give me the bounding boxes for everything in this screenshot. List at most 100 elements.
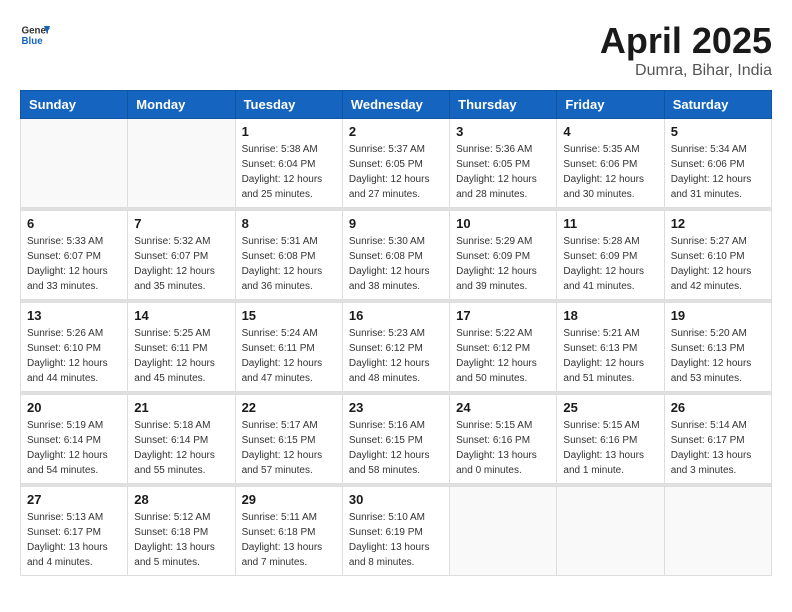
calendar-cell: 5Sunrise: 5:34 AMSunset: 6:06 PMDaylight… bbox=[664, 119, 771, 208]
calendar-cell: 28 Sunrise: 5:12 AMSunset: 6:18 PMDayligh… bbox=[128, 487, 235, 576]
logo-icon: General Blue bbox=[20, 20, 50, 50]
calendar-table: Sunday Monday Tuesday Wednesday Thursday… bbox=[20, 90, 772, 576]
col-monday: Monday bbox=[128, 91, 235, 119]
day-number: 6 bbox=[27, 216, 121, 231]
week-row-5: 27 Sunrise: 5:13 AMSunset: 6:17 PMDayligh… bbox=[21, 487, 772, 576]
day-info: Sunrise: 5:37 AMSunset: 6:05 PMDaylight:… bbox=[349, 142, 443, 202]
day-info: Sunrise: 5:16 AMSunset: 6:15 PMDaylight:… bbox=[349, 418, 443, 478]
day-number: 10 bbox=[456, 216, 550, 231]
calendar-cell bbox=[128, 119, 235, 208]
day-number: 5 bbox=[671, 124, 765, 139]
day-info: Sunrise: 5:14 AMSunset: 6:17 PMDaylight:… bbox=[671, 418, 765, 478]
calendar-cell: 19 Sunrise: 5:20 AMSunset: 6:13 PMDayligh… bbox=[664, 303, 771, 392]
day-info: Sunrise: 5:36 AMSunset: 6:05 PMDaylight:… bbox=[456, 142, 550, 202]
day-number: 18 bbox=[563, 308, 657, 323]
main-title: April 2025 bbox=[600, 20, 772, 62]
calendar-cell: 6 Sunrise: 5:33 AMSunset: 6:07 PMDaylight… bbox=[21, 211, 128, 300]
calendar-cell bbox=[664, 487, 771, 576]
day-number: 3 bbox=[456, 124, 550, 139]
day-info: Sunrise: 5:19 AMSunset: 6:14 PMDaylight:… bbox=[27, 418, 121, 478]
day-number: 8 bbox=[242, 216, 336, 231]
day-number: 9 bbox=[349, 216, 443, 231]
calendar-cell: 11 Sunrise: 5:28 AMSunset: 6:09 PMDayligh… bbox=[557, 211, 664, 300]
calendar-cell: 9 Sunrise: 5:30 AMSunset: 6:08 PMDaylight… bbox=[342, 211, 449, 300]
day-number: 1 bbox=[242, 124, 336, 139]
day-number: 26 bbox=[671, 400, 765, 415]
svg-text:Blue: Blue bbox=[22, 36, 44, 47]
header: General Blue April 2025 Dumra, Bihar, In… bbox=[20, 20, 772, 80]
logo: General Blue bbox=[20, 20, 50, 50]
day-number: 28 bbox=[134, 492, 228, 507]
day-number: 24 bbox=[456, 400, 550, 415]
calendar-cell bbox=[557, 487, 664, 576]
calendar-cell: 29Sunrise: 5:11 AMSunset: 6:18 PMDayligh… bbox=[235, 487, 342, 576]
day-info: Sunrise: 5:35 AMSunset: 6:06 PMDaylight:… bbox=[563, 142, 657, 202]
calendar-cell: 8 Sunrise: 5:31 AMSunset: 6:08 PMDaylight… bbox=[235, 211, 342, 300]
calendar-cell: 2 Sunrise: 5:37 AMSunset: 6:05 PMDaylight… bbox=[342, 119, 449, 208]
day-info: Sunrise: 5:18 AMSunset: 6:14 PMDaylight:… bbox=[134, 418, 228, 478]
day-number: 15 bbox=[242, 308, 336, 323]
calendar-cell bbox=[450, 487, 557, 576]
day-number: 7 bbox=[134, 216, 228, 231]
day-info: Sunrise: 5:29 AMSunset: 6:09 PMDaylight:… bbox=[456, 234, 550, 294]
col-saturday: Saturday bbox=[664, 91, 771, 119]
calendar-cell: 12 Sunrise: 5:27 AMSunset: 6:10 PMDayligh… bbox=[664, 211, 771, 300]
day-number: 11 bbox=[563, 216, 657, 231]
calendar-cell bbox=[21, 119, 128, 208]
day-number: 13 bbox=[27, 308, 121, 323]
day-info: Sunrise: 5:32 AMSunset: 6:07 PMDaylight:… bbox=[134, 234, 228, 294]
calendar-cell: 26 Sunrise: 5:14 AMSunset: 6:17 PMDayligh… bbox=[664, 395, 771, 484]
day-info: Sunrise: 5:26 AMSunset: 6:10 PMDaylight:… bbox=[27, 326, 121, 386]
col-thursday: Thursday bbox=[450, 91, 557, 119]
day-info: Sunrise: 5:10 AMSunset: 6:19 PMDaylight:… bbox=[349, 510, 443, 570]
day-number: 22 bbox=[242, 400, 336, 415]
day-number: 27 bbox=[27, 492, 121, 507]
day-info: Sunrise: 5:38 AMSunset: 6:04 PMDaylight:… bbox=[242, 142, 336, 202]
col-friday: Friday bbox=[557, 91, 664, 119]
day-info: Sunrise: 5:31 AMSunset: 6:08 PMDaylight:… bbox=[242, 234, 336, 294]
calendar-cell: 25Sunrise: 5:15 AMSunset: 6:16 PMDayligh… bbox=[557, 395, 664, 484]
day-number: 20 bbox=[27, 400, 121, 415]
day-info: Sunrise: 5:17 AMSunset: 6:15 PMDaylight:… bbox=[242, 418, 336, 478]
day-number: 12 bbox=[671, 216, 765, 231]
calendar-cell: 18 Sunrise: 5:21 AMSunset: 6:13 PMDayligh… bbox=[557, 303, 664, 392]
calendar-cell: 13 Sunrise: 5:26 AMSunset: 6:10 PMDayligh… bbox=[21, 303, 128, 392]
day-info: Sunrise: 5:25 AMSunset: 6:11 PMDaylight:… bbox=[134, 326, 228, 386]
day-info: Sunrise: 5:12 AMSunset: 6:18 PMDaylight:… bbox=[134, 510, 228, 570]
day-number: 4 bbox=[563, 124, 657, 139]
day-info: Sunrise: 5:24 AMSunset: 6:11 PMDaylight:… bbox=[242, 326, 336, 386]
day-number: 16 bbox=[349, 308, 443, 323]
day-number: 17 bbox=[456, 308, 550, 323]
day-info: Sunrise: 5:20 AMSunset: 6:13 PMDaylight:… bbox=[671, 326, 765, 386]
col-wednesday: Wednesday bbox=[342, 91, 449, 119]
day-number: 23 bbox=[349, 400, 443, 415]
calendar-cell: 15 Sunrise: 5:24 AMSunset: 6:11 PMDayligh… bbox=[235, 303, 342, 392]
day-info: Sunrise: 5:11 AMSunset: 6:18 PMDaylight:… bbox=[242, 510, 336, 570]
day-info: Sunrise: 5:23 AMSunset: 6:12 PMDaylight:… bbox=[349, 326, 443, 386]
day-info: Sunrise: 5:33 AMSunset: 6:07 PMDaylight:… bbox=[27, 234, 121, 294]
calendar-header-row: Sunday Monday Tuesday Wednesday Thursday… bbox=[21, 91, 772, 119]
day-info: Sunrise: 5:21 AMSunset: 6:13 PMDaylight:… bbox=[563, 326, 657, 386]
calendar-cell: 24Sunrise: 5:15 AMSunset: 6:16 PMDayligh… bbox=[450, 395, 557, 484]
day-number: 19 bbox=[671, 308, 765, 323]
week-row-2: 6 Sunrise: 5:33 AMSunset: 6:07 PMDaylight… bbox=[21, 211, 772, 300]
subtitle: Dumra, Bihar, India bbox=[600, 62, 772, 80]
day-info: Sunrise: 5:28 AMSunset: 6:09 PMDaylight:… bbox=[563, 234, 657, 294]
week-row-4: 20 Sunrise: 5:19 AMSunset: 6:14 PMDayligh… bbox=[21, 395, 772, 484]
calendar-cell: 27 Sunrise: 5:13 AMSunset: 6:17 PMDayligh… bbox=[21, 487, 128, 576]
day-info: Sunrise: 5:30 AMSunset: 6:08 PMDaylight:… bbox=[349, 234, 443, 294]
calendar-cell: 21 Sunrise: 5:18 AMSunset: 6:14 PMDayligh… bbox=[128, 395, 235, 484]
calendar-cell: 17Sunrise: 5:22 AMSunset: 6:12 PMDayligh… bbox=[450, 303, 557, 392]
calendar-cell: 14Sunrise: 5:25 AMSunset: 6:11 PMDayligh… bbox=[128, 303, 235, 392]
calendar-cell: 7 Sunrise: 5:32 AMSunset: 6:07 PMDaylight… bbox=[128, 211, 235, 300]
day-number: 21 bbox=[134, 400, 228, 415]
calendar-cell: 30Sunrise: 5:10 AMSunset: 6:19 PMDayligh… bbox=[342, 487, 449, 576]
week-row-3: 13 Sunrise: 5:26 AMSunset: 6:10 PMDayligh… bbox=[21, 303, 772, 392]
week-row-1: 1 Sunrise: 5:38 AMSunset: 6:04 PMDaylight… bbox=[21, 119, 772, 208]
calendar-cell: 4 Sunrise: 5:35 AMSunset: 6:06 PMDaylight… bbox=[557, 119, 664, 208]
day-number: 2 bbox=[349, 124, 443, 139]
day-number: 25 bbox=[563, 400, 657, 415]
day-info: Sunrise: 5:13 AMSunset: 6:17 PMDaylight:… bbox=[27, 510, 121, 570]
day-info: Sunrise: 5:27 AMSunset: 6:10 PMDaylight:… bbox=[671, 234, 765, 294]
col-sunday: Sunday bbox=[21, 91, 128, 119]
